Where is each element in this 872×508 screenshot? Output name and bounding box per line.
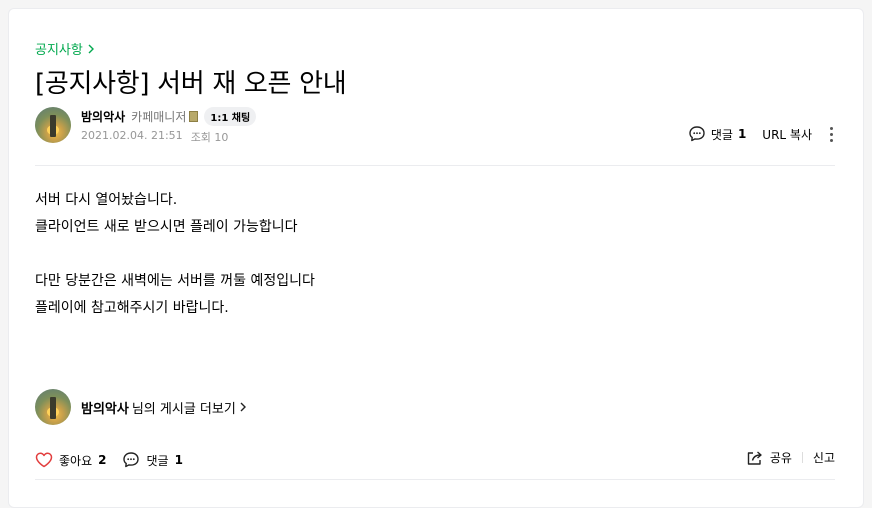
body-line: 서버 다시 열어놨습니다. <box>35 192 178 208</box>
heart-icon <box>35 452 53 468</box>
action-bar: 좋아요 2 댓글 1 공유 신고 <box>35 449 835 471</box>
breadcrumb-label: 공지사항 <box>35 43 83 58</box>
article-title: [공지사항] 서버 재 오픈 안내 <box>35 69 347 99</box>
chevron-right-icon <box>88 44 94 53</box>
body-line: 플레이에 참고해주시기 바랍니다. <box>35 300 229 316</box>
author-info: 밤의악사 카페매니저 1:1 채팅 2021.02.04. 21:51 조회 1… <box>81 106 257 145</box>
post-meta: 2021.02.04. 21:51 조회 10 <box>81 129 256 145</box>
author-role: 카페매니저 <box>131 108 199 125</box>
body-line: 클라이언트 새로 받으시면 플레이 가능합니다 <box>35 219 298 235</box>
article-card: 공지사항 [공지사항] 서버 재 오픈 안내 밤의악사 카페매니저 1:1 채팅 <box>8 8 864 508</box>
comment-label: 댓글 <box>146 453 169 468</box>
header-divider <box>35 165 835 166</box>
article-inner: 공지사항 [공지사항] 서버 재 오픈 안내 밤의악사 카페매니저 1:1 채팅 <box>35 9 835 507</box>
post-date: 2021.02.04. 21:51 <box>81 129 183 142</box>
like-label: 좋아요 <box>59 453 93 468</box>
action-bar-right: 공유 신고 <box>746 449 835 466</box>
comment-count: 1 <box>174 453 183 467</box>
author-nickname[interactable]: 밤의악사 <box>81 108 125 125</box>
chat-button[interactable]: 1:1 채팅 <box>204 106 257 126</box>
avatar[interactable] <box>35 107 71 143</box>
manager-badge-icon <box>189 110 199 122</box>
report-button[interactable]: 신고 <box>813 449 835 466</box>
share-button[interactable]: 공유 <box>746 449 792 466</box>
avatar-lamp <box>50 397 56 419</box>
share-label: 공유 <box>769 451 792 465</box>
footer-divider <box>35 479 835 480</box>
body-line: 다만 당분간은 새벽에는 서버를 꺼둘 예정입니다 <box>35 273 315 289</box>
body-line <box>35 241 315 268</box>
avatar <box>35 389 71 425</box>
comment-icon <box>689 126 705 142</box>
more-options-icon[interactable] <box>828 126 835 142</box>
author-posts-text: 밤의악사 님의 게시글 더보기 <box>81 398 247 417</box>
action-separator <box>801 452 803 463</box>
comment-button[interactable]: 댓글 1 <box>122 451 183 469</box>
comment-label: 댓글 <box>710 127 733 142</box>
author-posts-suffix: 님의 게시글 더보기 <box>131 401 236 417</box>
breadcrumb[interactable]: 공지사항 <box>35 39 95 58</box>
article-body: 서버 다시 열어놨습니다. 클라이언트 새로 받으시면 플레이 가능합니다 다만… <box>35 187 315 322</box>
like-count: 2 <box>98 453 107 467</box>
comment-count: 1 <box>737 127 747 141</box>
avatar-lamp <box>50 115 56 137</box>
chevron-right-icon <box>240 402 246 412</box>
author-role-label: 카페매니저 <box>131 109 187 124</box>
nick-line: 밤의악사 카페매니저 1:1 채팅 <box>81 106 257 126</box>
meta-actions: 댓글 1 URL 복사 <box>688 125 835 143</box>
comment-link[interactable]: 댓글 1 <box>688 125 746 143</box>
url-copy-button[interactable]: URL 복사 <box>762 126 812 143</box>
view-count: 조회 10 <box>190 131 229 144</box>
author-posts-link[interactable]: 밤의악사 님의 게시글 더보기 <box>35 389 247 425</box>
share-icon <box>747 450 762 465</box>
author-row: 밤의악사 카페매니저 1:1 채팅 2021.02.04. 21:51 조회 1… <box>35 106 835 157</box>
comment-icon <box>123 452 140 468</box>
like-button[interactable]: 좋아요 2 <box>35 452 106 469</box>
author-posts-nickname: 밤의악사 <box>81 401 129 417</box>
